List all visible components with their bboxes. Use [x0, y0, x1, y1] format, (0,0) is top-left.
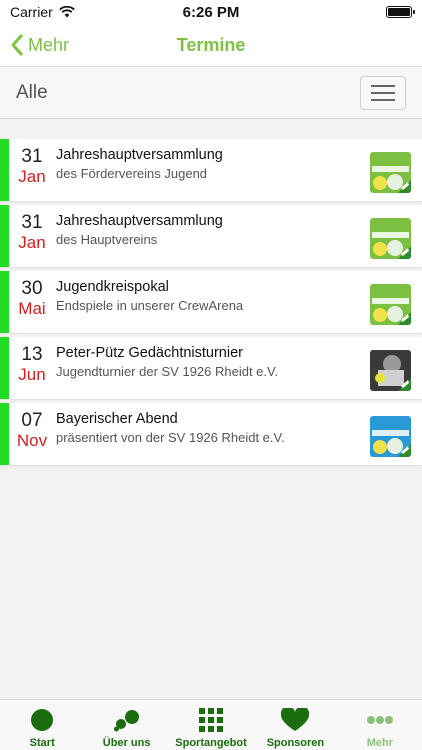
event-subtitle: präsentiert von der SV 1926 Rheidt e.V. — [56, 430, 285, 445]
chevron-left-icon — [11, 34, 23, 56]
event-day: 31 — [21, 146, 43, 167]
filter-menu-button[interactable] — [360, 75, 406, 110]
back-button[interactable]: Mehr — [10, 30, 69, 60]
status-time: 6:26 PM — [182, 3, 240, 21]
event-text: Jahreshauptversammlung des Fördervereins… — [56, 147, 362, 181]
tab-label: Über uns — [102, 737, 151, 749]
tab-label: Mehr — [366, 737, 393, 749]
event-indicator — [0, 271, 9, 333]
filter-label: Alle — [16, 81, 48, 103]
status-bar: Carrier 6:26 PM — [0, 0, 422, 24]
event-text: Peter-Pütz Gedächtnisturnier Jugendturni… — [56, 345, 362, 379]
event-title: Bayerischer Abend — [56, 411, 178, 427]
battery-icon — [386, 6, 415, 18]
event-thumbnail — [370, 350, 411, 391]
event-row[interactable]: 30 Mai Jugendkreispokal Endspiele in uns… — [0, 271, 422, 333]
event-list: 31 Jan Jahreshauptversammlung des Förder… — [0, 139, 422, 469]
event-month: Jan — [18, 232, 46, 252]
people-dots-icon — [113, 708, 140, 732]
event-title: Jahreshauptversammlung — [56, 147, 223, 163]
filter-bar: Alle — [0, 66, 422, 119]
event-date: 31 Jan — [12, 212, 52, 253]
tab-sponsoren[interactable]: Sponsoren — [253, 700, 337, 750]
event-thumbnail — [370, 152, 411, 193]
tab-mehr[interactable]: Mehr — [338, 700, 422, 750]
event-indicator — [0, 139, 9, 201]
event-date: 13 Jun — [12, 344, 52, 385]
event-indicator — [0, 205, 9, 267]
event-row[interactable]: 13 Jun Peter-Pütz Gedächtnisturnier Juge… — [0, 337, 422, 399]
grid-icon — [199, 708, 224, 732]
event-indicator — [0, 337, 9, 399]
event-subtitle: Endspiele in unserer CrewArena — [56, 298, 244, 313]
tab-ueber-uns[interactable]: Über uns — [84, 700, 168, 750]
event-row[interactable]: 31 Jan Jahreshauptversammlung des Hauptv… — [0, 205, 422, 267]
heart-icon — [281, 708, 310, 732]
event-day: 31 — [21, 212, 43, 233]
event-month: Nov — [16, 430, 48, 450]
event-thumbnail — [370, 416, 411, 457]
event-subtitle: des Hauptvereins — [56, 232, 158, 247]
event-title: Jahreshauptversammlung — [56, 213, 223, 229]
event-subtitle: des Fördervereins Jugend — [56, 166, 208, 181]
tab-start[interactable]: Start — [0, 700, 84, 750]
event-day: 13 — [21, 344, 43, 365]
event-thumbnail — [370, 284, 411, 325]
more-dots-icon — [366, 708, 393, 732]
event-date: 31 Jan — [12, 146, 52, 187]
event-row[interactable]: 07 Nov Bayerischer Abend präsentiert von… — [0, 403, 422, 465]
event-thumbnail — [370, 218, 411, 259]
event-day: 30 — [21, 278, 43, 299]
tab-bar: Start Über uns Sportangebot Sponsoren Me… — [0, 699, 422, 750]
event-text: Jahreshauptversammlung des Hauptvereins — [56, 213, 362, 247]
event-row[interactable]: 31 Jan Jahreshauptversammlung des Förder… — [0, 139, 422, 201]
event-month: Jun — [18, 364, 46, 384]
event-text: Bayerischer Abend präsentiert von der SV… — [56, 411, 362, 445]
event-date: 07 Nov — [12, 410, 52, 451]
event-month: Jan — [18, 166, 46, 186]
event-month: Mai — [18, 298, 46, 318]
event-text: Jugendkreispokal Endspiele in unserer Cr… — [56, 279, 362, 313]
tab-label: Sponsoren — [266, 737, 325, 749]
navigation-bar: Mehr Termine — [0, 24, 422, 66]
event-day: 07 — [21, 410, 43, 431]
back-button-label: Mehr — [28, 34, 70, 55]
tab-sportangebot[interactable]: Sportangebot — [169, 700, 253, 750]
event-indicator — [0, 403, 9, 465]
event-title: Jugendkreispokal — [56, 279, 169, 295]
tab-label: Sportangebot — [175, 737, 247, 749]
page-title: Termine — [176, 34, 246, 55]
event-title: Peter-Pütz Gedächtnisturnier — [56, 345, 243, 361]
event-date: 30 Mai — [12, 278, 52, 319]
event-subtitle: Jugendturnier der SV 1926 Rheidt e.V. — [56, 364, 279, 379]
circle-icon — [30, 708, 54, 732]
hamburger-icon — [371, 84, 395, 87]
tab-label: Start — [29, 737, 55, 749]
